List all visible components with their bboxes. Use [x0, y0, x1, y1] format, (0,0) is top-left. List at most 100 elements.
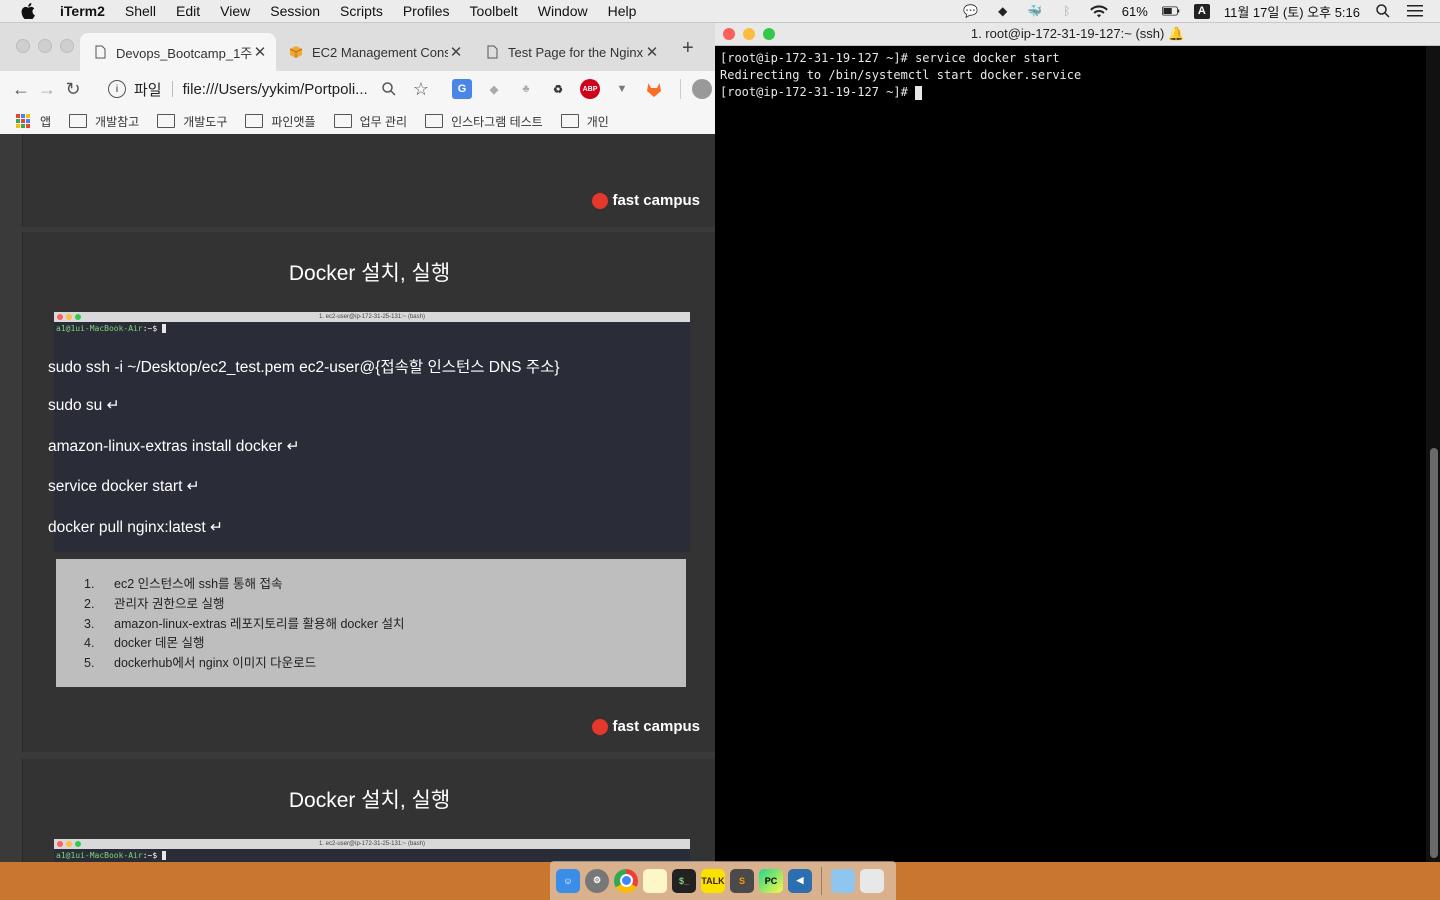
- trash-icon[interactable]: [860, 868, 884, 893]
- terminal-icon[interactable]: $_: [672, 868, 696, 893]
- message-icon[interactable]: 💬: [962, 4, 980, 18]
- vscode-icon[interactable]: ◀: [788, 868, 812, 893]
- command-line: amazon-linux-extras install docker ↵: [48, 438, 300, 455]
- tab-title: Test Page for the Nginx: [508, 44, 644, 60]
- bluetooth-icon[interactable]: ᛒ: [1058, 4, 1076, 18]
- bookmark-folder[interactable]: 파인앳플: [245, 113, 316, 130]
- window-controls: [16, 39, 74, 53]
- window-controls: [723, 28, 775, 40]
- forward-icon[interactable]: →: [34, 76, 60, 102]
- minimize-window-button[interactable]: [743, 28, 755, 40]
- dropbox-icon[interactable]: ◆: [994, 4, 1012, 18]
- note-item: 3. amazon-linux-extras 레포지토리를 활용해 docker …: [84, 617, 405, 631]
- tab-title: Devops_Bootcamp_1주차: [116, 45, 252, 61]
- bookmark-label: 개인: [586, 114, 609, 129]
- iterm-title: 1. root@ip-172-31-19-127:~ (ssh): [970, 26, 1165, 41]
- bookmark-star-icon[interactable]: ☆: [408, 76, 434, 102]
- menu-shell[interactable]: Shell: [115, 0, 166, 22]
- kakaotalk-icon[interactable]: TALK: [701, 868, 725, 893]
- battery-icon[interactable]: [1161, 4, 1180, 18]
- slide-docker-install-2: Docker 설치, 실행 1. ec2-user@ip-172-31-25-1…: [22, 759, 715, 862]
- menu-window[interactable]: Window: [528, 0, 598, 22]
- note-item: 4. docker 데몬 실행: [84, 636, 205, 650]
- menu-app-name[interactable]: iTerm2: [50, 0, 115, 22]
- note-item: 1. ec2 인스턴스에 ssh를 통해 접속: [84, 577, 283, 591]
- system-preferences-icon[interactable]: ⚙: [585, 868, 609, 893]
- recycle-icon[interactable]: ♻: [548, 79, 568, 99]
- terminal-screenshot: 1. ec2-user@ip-172-31-25-131:~ (bash) a1…: [54, 839, 690, 862]
- sublime-icon[interactable]: S: [730, 868, 754, 893]
- close-window-button[interactable]: [16, 39, 30, 53]
- bookmark-label: 앱: [40, 114, 52, 129]
- zoom-search-icon[interactable]: [376, 76, 402, 102]
- close-window-button[interactable]: [723, 28, 735, 40]
- bookmark-folder[interactable]: 개발도구: [157, 113, 227, 130]
- adblock-icon[interactable]: ABP: [580, 79, 600, 99]
- minimize-window-button[interactable]: [38, 39, 52, 53]
- text-cursor: [915, 85, 923, 100]
- terminal-prompt-line: [root@ip-172-31-19-127 ~]#: [720, 84, 1420, 101]
- command-line: sudo su ↵: [48, 397, 120, 414]
- scrollbar-thumb[interactable]: [1430, 448, 1438, 858]
- gitlab-icon[interactable]: [644, 79, 664, 99]
- input-source-badge[interactable]: A: [1193, 3, 1210, 19]
- menu-toolbelt[interactable]: Toolbelt: [460, 0, 528, 22]
- tab-title: EC2 Management Cons: [312, 44, 448, 60]
- url-text[interactable]: file:///Users/yykim/Portpoli...: [183, 81, 368, 98]
- pycharm-icon[interactable]: PC: [759, 868, 783, 893]
- menu-view[interactable]: View: [210, 0, 260, 22]
- chrome-window: Devops_Bootcamp_1주차 ✕ EC2 Management Con…: [0, 23, 715, 862]
- notes-icon[interactable]: [643, 868, 667, 893]
- menu-edit[interactable]: Edit: [166, 0, 210, 22]
- tab-strip: Devops_Bootcamp_1주차 ✕ EC2 Management Con…: [0, 23, 715, 71]
- bookmark-label: 업무 관리: [359, 114, 408, 129]
- finder-icon[interactable]: ☺: [556, 868, 580, 893]
- zoom-window-button[interactable]: [763, 28, 775, 40]
- apple-menu-icon[interactable]: [18, 1, 38, 21]
- tab-ec2-management[interactable]: EC2 Management Cons ✕: [276, 33, 472, 71]
- tab-devops-bootcamp[interactable]: Devops_Bootcamp_1주차 ✕: [80, 33, 276, 71]
- vue-icon[interactable]: ▼: [612, 79, 632, 99]
- note-item: 5. dockerhub에서 nginx 이미지 다운로드: [84, 656, 317, 670]
- menu-scripts[interactable]: Scripts: [330, 0, 393, 22]
- page-viewport[interactable]: fast campus Docker 설치, 실행 1. ec2-user@ip…: [0, 134, 715, 862]
- bookmark-folder[interactable]: 인스타그램 테스트: [425, 113, 543, 130]
- document-icon: [484, 44, 500, 60]
- terminal-output[interactable]: [root@ip-172-31-19-127 ~]# service docke…: [715, 46, 1425, 862]
- tab-close-icon[interactable]: ✕: [448, 43, 464, 61]
- tab-nginx-test-page[interactable]: Test Page for the Nginx ✕: [472, 33, 668, 71]
- status-area: 💬 ◆ 🐳 ᛒ 61% A 11월 17일 (토) 오후 5:16: [962, 0, 1424, 22]
- back-icon[interactable]: ←: [8, 76, 34, 102]
- terminal-title: 1. ec2-user@ip-172-31-25-131:~ (bash): [319, 314, 425, 320]
- spotlight-search-icon[interactable]: [1374, 4, 1392, 18]
- tree-icon[interactable]: ♣: [516, 79, 536, 99]
- new-tab-button[interactable]: +: [682, 37, 694, 60]
- scheme-label: 파일: [134, 81, 162, 99]
- dropbox-icon[interactable]: ◆: [484, 79, 504, 99]
- chrome-icon[interactable]: [614, 868, 638, 893]
- bookmark-folder[interactable]: 개발참고: [69, 113, 139, 130]
- tab-close-icon[interactable]: ✕: [644, 43, 660, 61]
- tab-close-icon[interactable]: ✕: [252, 43, 268, 61]
- bookmark-folder[interactable]: 업무 관리: [333, 113, 408, 130]
- menu-session[interactable]: Session: [260, 0, 330, 22]
- applications-folder-icon[interactable]: [831, 868, 855, 893]
- apps-grid-icon[interactable]: [16, 114, 30, 128]
- menu-help[interactable]: Help: [598, 0, 647, 22]
- menu-profiles[interactable]: Profiles: [393, 0, 460, 22]
- info-icon[interactable]: i: [108, 80, 126, 98]
- translate-icon[interactable]: G: [452, 79, 472, 99]
- brand-text: fast campus: [612, 192, 700, 209]
- reload-icon[interactable]: ↻: [60, 76, 86, 102]
- terminal-titlebar: 1. ec2-user@ip-172-31-25-131:~ (bash): [54, 312, 690, 322]
- notification-center-icon[interactable]: [1406, 4, 1424, 18]
- battery-percent: 61%: [1121, 3, 1148, 19]
- zoom-window-button[interactable]: [60, 39, 74, 53]
- datetime[interactable]: 11월 17일 (토) 오후 5:16: [1224, 2, 1360, 21]
- docker-icon[interactable]: 🐳: [1026, 4, 1044, 18]
- bookmark-folder[interactable]: 개인: [560, 113, 609, 130]
- wifi-icon[interactable]: [1089, 4, 1108, 18]
- terminal-line: [root@ip-172-31-19-127 ~]# service docke…: [720, 51, 1060, 65]
- bookmark-apps[interactable]: 앱: [40, 113, 51, 130]
- profile-icon[interactable]: [692, 79, 712, 99]
